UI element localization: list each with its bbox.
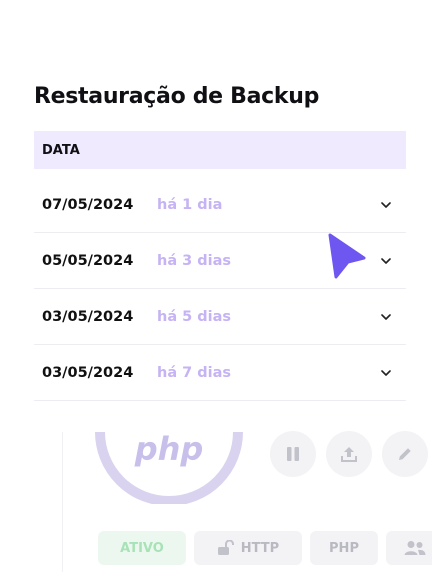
chevron-down-icon[interactable] (380, 199, 392, 211)
protocol-badge-label: HTTP (240, 540, 280, 556)
pause-button[interactable] (270, 431, 316, 477)
backup-date: 07/05/2024 (42, 196, 134, 213)
unlock-icon (217, 540, 234, 555)
backup-date: 03/05/2024 (42, 364, 134, 381)
chevron-down-icon[interactable] (380, 311, 392, 323)
pause-icon (287, 447, 299, 461)
protocol-badge: HTTP (194, 531, 302, 565)
upload-icon (341, 447, 357, 462)
users-icon (404, 541, 426, 555)
backup-age: há 1 dia (157, 196, 223, 213)
status-badge-label: ATIVO (120, 540, 164, 556)
backup-age: há 3 dias (157, 252, 232, 269)
backup-date: 05/05/2024 (42, 252, 134, 269)
pointer-cursor-icon (328, 233, 366, 279)
column-header-date: DATA (42, 142, 80, 158)
backup-date: 03/05/2024 (42, 308, 134, 325)
pencil-icon (399, 448, 411, 460)
language-badge-label: PHP (329, 540, 359, 556)
page-title: Restauração de Backup (34, 84, 320, 109)
table-header: DATA (34, 131, 406, 169)
chevron-down-icon[interactable] (380, 367, 392, 379)
backup-age: há 5 dias (157, 308, 232, 325)
upload-button[interactable] (326, 431, 372, 477)
php-logo-icon: php (95, 432, 243, 504)
edit-button[interactable] (382, 431, 428, 477)
backup-age: há 7 dias (157, 364, 232, 381)
backup-list: 07/05/2024 há 1 dia 05/05/2024 há 3 dias… (34, 177, 406, 401)
language-badge: PHP (310, 531, 378, 565)
chevron-down-icon[interactable] (380, 255, 392, 267)
users-badge (386, 531, 432, 565)
backup-row[interactable]: 07/05/2024 há 1 dia (34, 177, 406, 233)
status-badge: ATIVO (98, 531, 186, 565)
backup-row[interactable]: 03/05/2024 há 7 dias (34, 345, 406, 401)
backup-row[interactable]: 03/05/2024 há 5 dias (34, 289, 406, 345)
php-logo-text: php (134, 432, 204, 468)
